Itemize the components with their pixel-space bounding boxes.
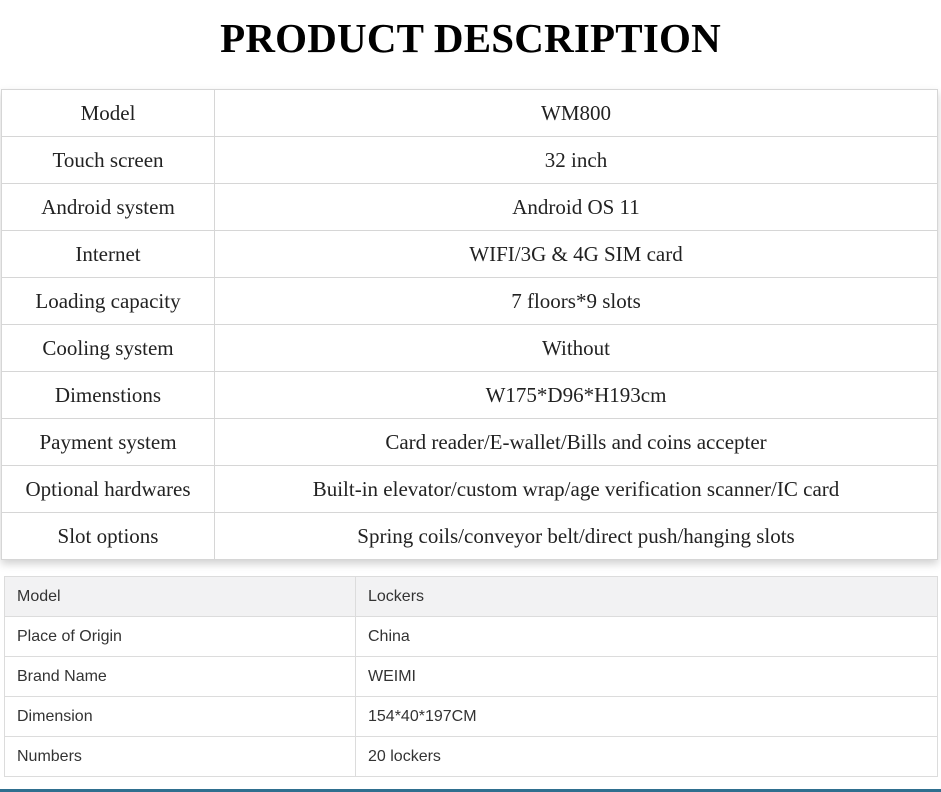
spec-label: Loading capacity <box>1 277 215 325</box>
attribute-value: 20 lockers <box>355 736 938 777</box>
spec-label: Optional hardwares <box>1 465 215 513</box>
spec-label: Payment system <box>1 418 215 466</box>
attribute-table: Model Lockers Place of Origin China Bran… <box>4 576 938 777</box>
attribute-label: Place of Origin <box>4 616 356 657</box>
spec-label: Touch screen <box>1 136 215 184</box>
spec-value: 7 floors*9 slots <box>214 277 938 325</box>
spec-label: Android system <box>1 183 215 231</box>
spec-table: Model WM800 Touch screen 32 inch Android… <box>1 89 938 560</box>
spec-value: Spring coils/conveyor belt/direct push/h… <box>214 512 938 560</box>
table-row: Model WM800 <box>1 89 938 137</box>
table-row: Slot options Spring coils/conveyor belt/… <box>1 512 938 560</box>
table-row: Loading capacity 7 floors*9 slots <box>1 277 938 325</box>
table-row: Payment system Card reader/E-wallet/Bill… <box>1 418 938 466</box>
spec-value: W175*D96*H193cm <box>214 371 938 419</box>
spec-value: WM800 <box>214 89 938 137</box>
attribute-label: Dimension <box>4 696 356 737</box>
spec-value: Built-in elevator/custom wrap/age verifi… <box>214 465 938 513</box>
spec-value: WIFI/3G & 4G SIM card <box>214 230 938 278</box>
spec-label: Model <box>1 89 215 137</box>
attribute-value: China <box>355 616 938 657</box>
table-row: Optional hardwares Built-in elevator/cus… <box>1 465 938 513</box>
spec-label: Dimenstions <box>1 371 215 419</box>
spec-value: Without <box>214 324 938 372</box>
attribute-label: Brand Name <box>4 656 356 697</box>
spec-value: 32 inch <box>214 136 938 184</box>
table-row: Dimenstions W175*D96*H193cm <box>1 371 938 419</box>
table-row: Internet WIFI/3G & 4G SIM card <box>1 230 938 278</box>
page-title: PRODUCT DESCRIPTION <box>220 15 721 61</box>
table-row: Numbers 20 lockers <box>4 736 938 777</box>
table-row: Model Lockers <box>4 576 938 617</box>
attribute-value: Lockers <box>355 576 938 617</box>
table-row: Place of Origin China <box>4 616 938 657</box>
table-row: Dimension 154*40*197CM <box>4 696 938 737</box>
product-page: PRODUCT DESCRIPTION Model WM800 Touch sc… <box>0 0 941 792</box>
spec-label: Internet <box>1 230 215 278</box>
attribute-value: WEIMI <box>355 656 938 697</box>
attribute-label: Numbers <box>4 736 356 777</box>
attribute-value: 154*40*197CM <box>355 696 938 737</box>
table-row: Cooling system Without <box>1 324 938 372</box>
attribute-label: Model <box>4 576 356 617</box>
table-row: Brand Name WEIMI <box>4 656 938 697</box>
spec-value: Android OS 11 <box>214 183 938 231</box>
table-row: Touch screen 32 inch <box>1 136 938 184</box>
spec-value: Card reader/E-wallet/Bills and coins acc… <box>214 418 938 466</box>
spec-label: Slot options <box>1 512 215 560</box>
spec-label: Cooling system <box>1 324 215 372</box>
table-row: Android system Android OS 11 <box>1 183 938 231</box>
